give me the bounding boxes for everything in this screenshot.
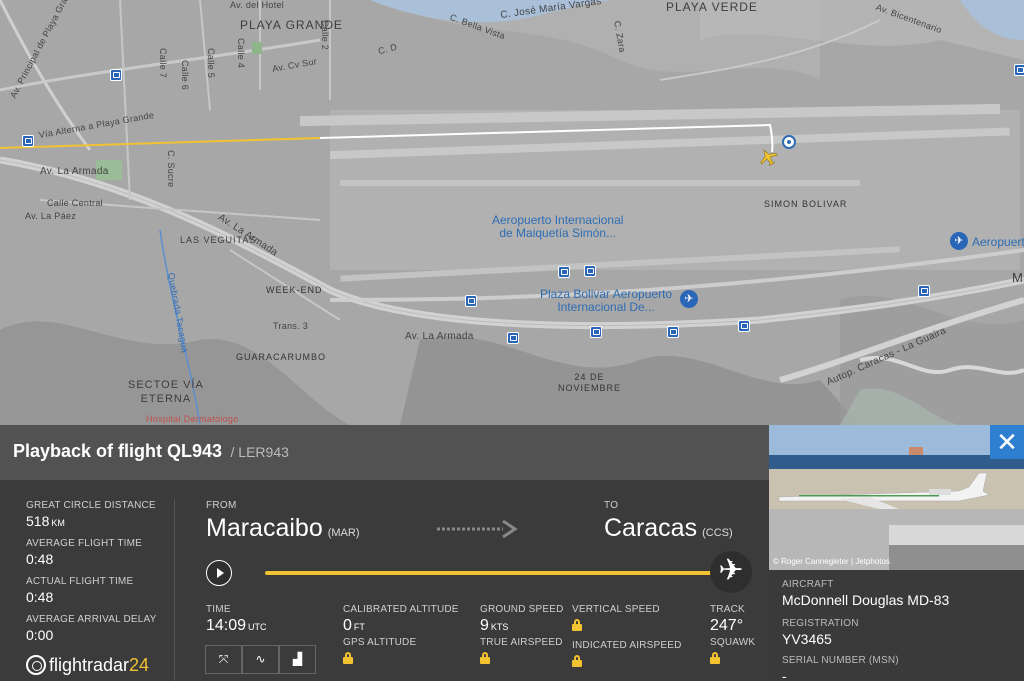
map-label-simon-bolivar: SIMON BOLIVAR [764, 199, 848, 209]
map-label-calle-central: Calle Central [47, 198, 103, 208]
stat-actual-flight-time: ACTUAL FLIGHT TIME 0:48 [26, 576, 134, 605]
bus-stop-icon[interactable] [1014, 64, 1024, 76]
map-label-hospital: Hospital Dermatologo [146, 414, 239, 424]
fit-view-icon[interactable]: ⤧ [205, 645, 242, 674]
map-label-week-end: WEEK-END [266, 285, 323, 295]
map-label-calle-5: Calle 5 [206, 48, 216, 79]
aircraft-photo[interactable]: © Roger Cannegieter | Jetphotos [769, 425, 1024, 570]
map-label-calle-sucre: C. Sucre [166, 150, 176, 188]
flight-summary-stats: GREAT CIRCLE DISTANCE 518 KM AVERAGE FLIG… [26, 500, 166, 652]
route-arrow-icon [437, 519, 518, 539]
map-label-airport-name[interactable]: Aeropuerto Internacional de Maiquetía Si… [492, 214, 623, 240]
playback-progress-bar[interactable] [265, 571, 725, 575]
bus-stop-icon[interactable] [590, 326, 602, 338]
flight-callsign: / LER943 [230, 444, 289, 460]
lock-icon[interactable] [480, 652, 490, 664]
map-label-aeropuerto-right[interactable]: Aeropuerto [972, 236, 1024, 249]
bus-stop-icon[interactable] [22, 135, 34, 147]
vertical-speed-readout: VERTICAL SPEED INDICATED AIRSPEED [572, 604, 682, 672]
lock-icon[interactable] [343, 652, 353, 664]
bus-stop-icon[interactable] [558, 266, 570, 278]
map-label-av-la-paez: Av. La Páez [25, 211, 76, 221]
bus-stop-icon[interactable] [507, 332, 519, 344]
bus-stop-icon[interactable] [667, 326, 679, 338]
map-label-24-noviembre: 24 DE NOVIEMBRE [558, 372, 622, 393]
map-label-trans-3: Trans. 3 [273, 321, 309, 331]
map-label-las-veguitas: LAS VEGUITAS [180, 235, 257, 245]
radar-logo-icon [26, 655, 46, 675]
aircraft-info-panel: © Roger Cannegieter | Jetphotos AIRCRAFT… [769, 425, 1024, 681]
flight-title: Playback of flight QL943 [13, 441, 223, 461]
track-readout: TRACK 247° SQUAWK [710, 604, 755, 669]
map-view-controls: ⤧ ∿ ▟ [205, 645, 316, 674]
map-label-playa-verde: PLAYA VERDE [666, 0, 758, 14]
bus-stop-icon[interactable] [110, 69, 122, 81]
ground-speed-readout: GROUND SPEED 9 KTS TRUE AIRSPEED [480, 604, 564, 669]
panel-header: Playback of flight QL943 / LER943 [0, 425, 769, 480]
lock-icon[interactable] [572, 619, 582, 631]
map-label-av-la-armada-1: Av. La Armada [40, 166, 109, 177]
stat-arrival-delay: AVERAGE ARRIVAL DELAY 0:00 [26, 614, 157, 643]
airport-pin-icon[interactable]: ✈ [680, 290, 698, 308]
close-icon[interactable]: ✕ [990, 425, 1024, 459]
map-label-m: M [1012, 270, 1024, 285]
aircraft-type: AIRCRAFT McDonnell Douglas MD-83 [782, 579, 950, 608]
destination-pin-icon[interactable] [782, 135, 796, 149]
play-button[interactable] [206, 560, 232, 586]
stat-average-flight-time: AVERAGE FLIGHT TIME 0:48 [26, 538, 143, 567]
aircraft-serial: SERIAL NUMBER (MSN) - [782, 655, 899, 681]
bus-stop-icon[interactable] [465, 295, 477, 307]
map-view[interactable]: PLAYA GRANDE PLAYA VERDE Av. del Hotel A… [0, 0, 1024, 425]
airplane-icon[interactable]: ✈ [710, 551, 752, 593]
destination-city[interactable]: Caracas (CCS) [604, 514, 733, 543]
aircraft-photo-image [769, 425, 1024, 570]
photo-credit: © Roger Cannegieter | Jetphotos [773, 557, 890, 566]
lock-icon[interactable] [710, 652, 720, 664]
map-label-plaza-bolivar[interactable]: Plaza Bolivar Aeropuerto Internacional D… [540, 288, 672, 314]
map-label-sector-via-eterna: SECTOE VÍA ETERNA [128, 379, 204, 405]
map-label-calle-6: Calle 6 [180, 60, 190, 91]
time-readout: TIME 14:09 UTC [206, 604, 267, 634]
stat-distance: GREAT CIRCLE DISTANCE 518 KM [26, 500, 156, 529]
bus-stop-icon[interactable] [738, 320, 750, 332]
map-label-av-del-hotel: Av. del Hotel [230, 0, 285, 10]
calibrated-altitude-readout: CALIBRATED ALTITUDE 0 FT GPS ALTITUDE [343, 604, 459, 669]
graph-icon[interactable]: ▟ [279, 645, 316, 674]
flightradar24-logo[interactable]: flightradar24 [26, 655, 149, 676]
airport-pin-icon-right[interactable]: ✈ [950, 232, 968, 250]
map-label-av-la-armada-3: Av. La Armada [405, 331, 474, 342]
route-icon[interactable]: ∿ [242, 645, 279, 674]
origin-city[interactable]: Maracaibo (MAR) [206, 514, 360, 543]
lock-icon[interactable] [572, 655, 582, 667]
bus-stop-icon[interactable] [918, 285, 930, 297]
map-label-calle-7: Calle 7 [158, 48, 168, 79]
aircraft-registration: REGISTRATION YV3465 [782, 618, 859, 647]
to-label: TO [604, 500, 619, 511]
map-label-guaracarumbo: GUARACARUMBO [236, 352, 327, 362]
bus-stop-icon[interactable] [584, 265, 596, 277]
panel-divider [174, 499, 175, 681]
from-label: FROM [206, 500, 237, 511]
map-label-calle-2: Calle 2 [320, 20, 330, 51]
map-label-calle-4: Calle 4 [236, 38, 246, 69]
